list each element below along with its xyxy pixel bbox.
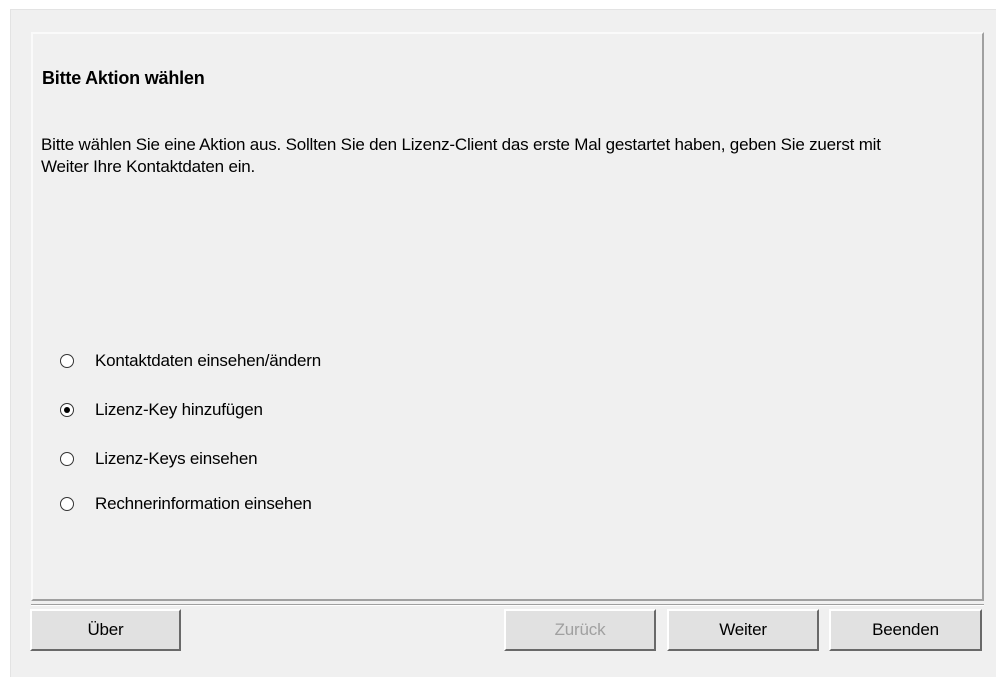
option-label: Lizenz-Keys einsehen (95, 449, 258, 468)
radio-selected-dot (64, 407, 70, 413)
option-contact-data[interactable]: Kontaktdaten einsehen/ändern (60, 348, 321, 374)
option-label: Kontaktdaten einsehen/ändern (95, 351, 321, 370)
radio-button-selected[interactable] (60, 403, 74, 417)
dialog-window (10, 9, 996, 677)
radio-button[interactable] (60, 452, 74, 466)
button-separator (31, 604, 984, 606)
option-add-license-key[interactable]: Lizenz-Key hinzufügen (60, 397, 263, 423)
about-button[interactable]: Über (30, 609, 181, 651)
option-computer-info[interactable]: Rechnerinformation einsehen (60, 491, 312, 517)
next-button[interactable]: Weiter (667, 609, 819, 651)
radio-button[interactable] (60, 354, 74, 368)
back-button[interactable]: Zurück (504, 609, 656, 651)
screen: { "page": { "title": "Bitte Aktion wähle… (0, 0, 997, 677)
exit-button[interactable]: Beenden (829, 609, 982, 651)
page-description: Bitte wählen Sie eine Aktion aus. Sollte… (41, 135, 881, 176)
page-title: Bitte Aktion wählen (42, 68, 205, 88)
option-label: Rechnerinformation einsehen (95, 494, 312, 513)
option-view-license-keys[interactable]: Lizenz-Keys einsehen (60, 446, 258, 472)
radio-button[interactable] (60, 497, 74, 511)
option-label: Lizenz-Key hinzufügen (95, 400, 263, 419)
